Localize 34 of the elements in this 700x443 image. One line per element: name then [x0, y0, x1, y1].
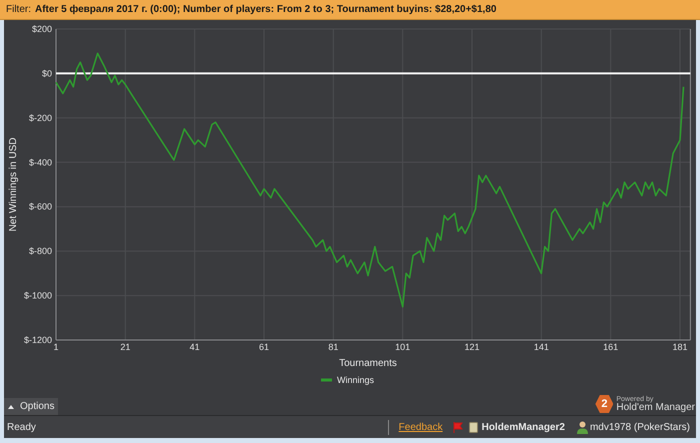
x-tick-label: 21	[120, 342, 130, 352]
x-tick-label: 121	[464, 342, 480, 352]
flag-icon	[452, 422, 463, 432]
x-axis-title: Tournaments	[339, 358, 397, 369]
y-tick-label: $-800	[28, 246, 52, 256]
x-tick-label: 41	[190, 342, 200, 352]
logo-name: Hold'em Manager	[616, 402, 695, 412]
person-icon	[576, 420, 588, 434]
user-name: mdv1978 (PokerStars)	[590, 420, 690, 434]
x-tick-label: 61	[259, 342, 269, 352]
legend-label: Winnings	[337, 375, 374, 385]
y-tick-label: $-1200	[24, 335, 52, 345]
app-name: HoldemManager2	[482, 420, 565, 434]
y-tick-label: $-400	[28, 157, 52, 168]
options-tab[interactable]: Options	[4, 398, 58, 415]
y-tick-label: $0	[42, 68, 52, 78]
logo-badge: 2	[595, 395, 614, 413]
caret-icon	[8, 404, 14, 408]
y-axis-title: Net Winnings in USD	[8, 138, 19, 232]
y-tick-label: $-1000	[24, 290, 52, 301]
legend-swatch-icon	[321, 378, 332, 382]
y-tick-label: $-600	[28, 202, 52, 212]
x-tick-label: 1	[54, 342, 58, 352]
x-tick-label: 81	[328, 342, 338, 352]
feedback-link[interactable]: Feedback	[398, 420, 443, 434]
x-tick-label: 161	[603, 342, 618, 352]
x-tick-label: 141	[534, 342, 549, 352]
filter-label: Filter:	[6, 3, 31, 17]
filter-text: After 5 февраля 2017 г. (0:00); Number of players: From 2 to 3; Tournament buyins: $28,20+$1,80	[35, 3, 496, 17]
y-tick-label: $-200	[28, 112, 52, 123]
x-tick-label: 181	[672, 342, 688, 352]
x-tick-label: 101	[395, 342, 410, 352]
y-tick-label: $200	[32, 24, 52, 34]
status-text: Ready	[7, 420, 37, 434]
